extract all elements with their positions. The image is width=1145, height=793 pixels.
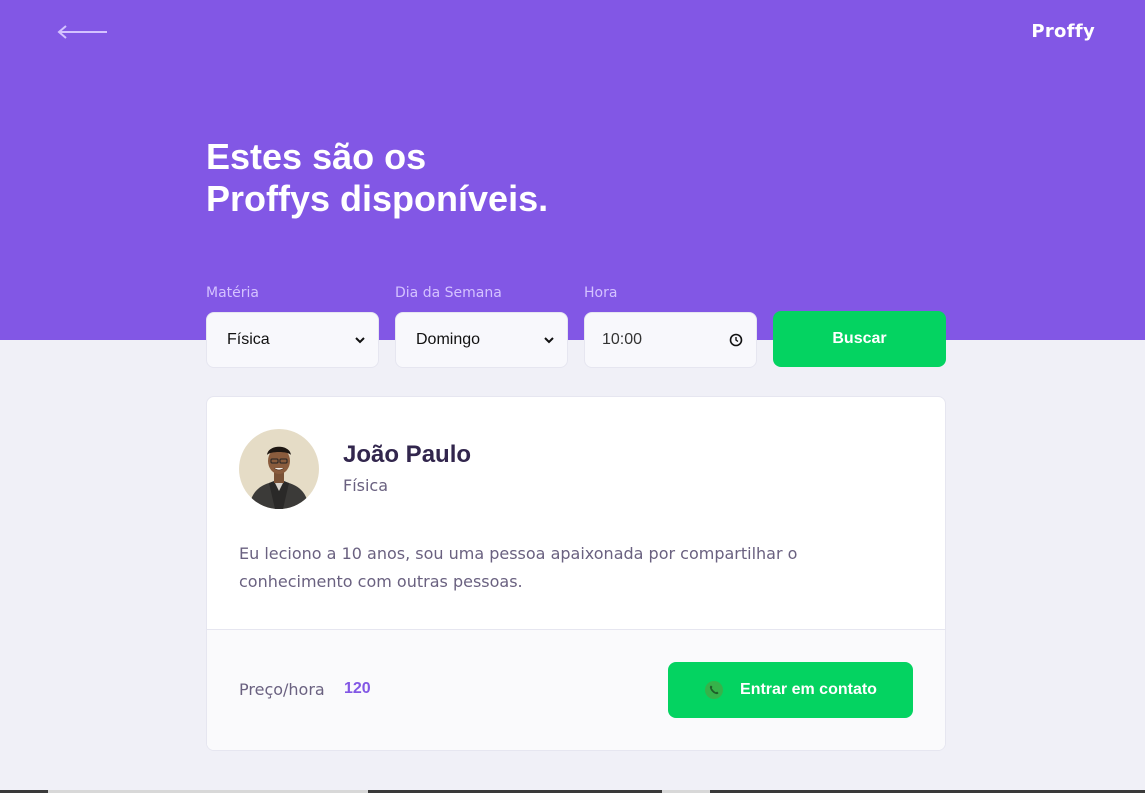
page-title-line-1: Estes são os — [206, 136, 427, 177]
contact-button-label: Entrar em contato — [740, 681, 877, 698]
subject-field: Matéria Física — [206, 283, 379, 368]
chevron-down-icon — [355, 337, 365, 344]
price-label: Preço/hora — [239, 680, 325, 699]
chevron-down-icon — [544, 337, 554, 344]
subject-label: Matéria — [206, 285, 259, 301]
subject-select-value: Física — [227, 331, 270, 348]
card-footer: Preço/hora 120 Entrar em contato — [207, 629, 945, 750]
contact-button[interactable]: Entrar em contato — [668, 662, 913, 718]
search-button[interactable]: Buscar — [773, 311, 946, 367]
weekday-label: Dia da Semana — [395, 285, 502, 301]
teacher-name: João Paulo — [343, 441, 472, 468]
teacher-bio: Eu leciono a 10 anos, sou uma pessoa apa… — [239, 544, 798, 591]
time-label: Hora — [584, 285, 618, 301]
search-filters: Matéria Física Dia da Semana Domingo Hor… — [206, 283, 946, 368]
page-title: Estes são os Proffys disponíveis. — [206, 136, 806, 220]
logo: Proffy — [1031, 21, 1095, 42]
whatsapp-icon — [705, 681, 724, 699]
avatar-image — [239, 429, 319, 509]
page-title-line-2: Proffys disponíveis. — [206, 178, 549, 219]
arrow-left-icon[interactable] — [57, 22, 109, 42]
time-input-value: 10:00 — [602, 331, 643, 348]
price-value: 120 — [344, 680, 371, 697]
avatar — [239, 429, 319, 509]
weekday-select-value: Domingo — [416, 331, 481, 348]
teacher-card: João Paulo Física Eu leciono a 10 anos, … — [206, 396, 946, 751]
teacher-subject: Física — [343, 476, 389, 495]
time-field: Hora 10:00 — [584, 283, 757, 368]
weekday-select[interactable]: Domingo — [395, 312, 568, 368]
clock-icon[interactable] — [728, 332, 744, 348]
weekday-field: Dia da Semana Domingo — [395, 283, 568, 368]
time-input[interactable]: 10:00 — [584, 312, 757, 368]
subject-select[interactable]: Física — [206, 312, 379, 368]
